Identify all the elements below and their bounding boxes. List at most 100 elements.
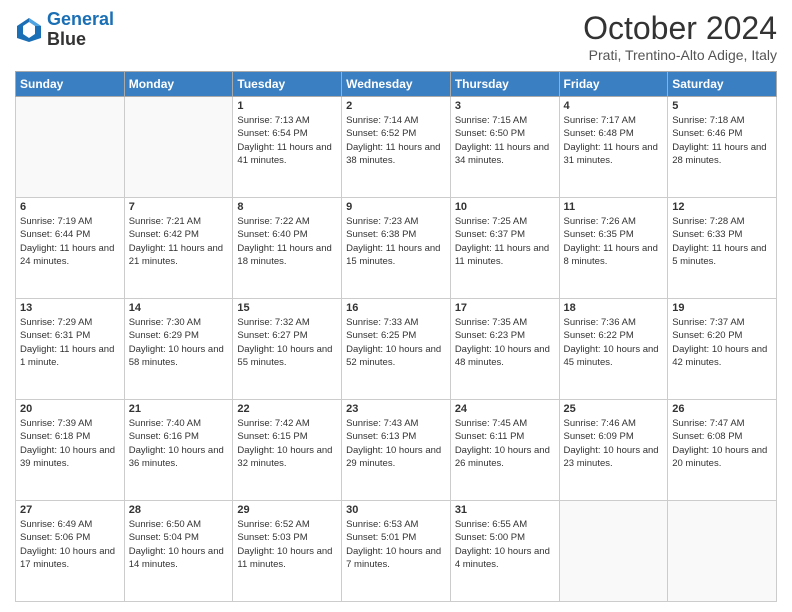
calendar-cell: 12 Sunrise: 7:28 AMSunset: 6:33 PMDayligh… (668, 198, 777, 299)
calendar-cell: 9Sunrise: 7:23 AMSunset: 6:38 PMDaylight… (342, 198, 451, 299)
day-number: 8 (237, 201, 337, 213)
day-info: Sunrise: 7:46 AMSunset: 6:09 PMDaylight:… (564, 417, 664, 470)
day-info: Sunrise: 7:21 AMSunset: 6:42 PMDaylight:… (129, 215, 229, 268)
day-info: Sunrise: 7:32 AMSunset: 6:27 PMDaylight:… (237, 316, 337, 369)
calendar-day-header: Friday (559, 72, 668, 97)
day-info: Sunrise: 7:45 AMSunset: 6:11 PMDaylight:… (455, 417, 555, 470)
day-number: 22 (237, 403, 337, 415)
calendar-cell: 20 Sunrise: 7:39 AMSunset: 6:18 PMDayligh… (16, 400, 125, 501)
calendar-cell: 22 Sunrise: 7:42 AMSunset: 6:15 PMDayligh… (233, 400, 342, 501)
day-number: 24 (455, 403, 555, 415)
header: General Blue October 2024 Prati, Trentin… (15, 10, 777, 63)
day-info: Sunrise: 7:47 AMSunset: 6:08 PMDaylight:… (672, 417, 772, 470)
calendar-day-header: Thursday (450, 72, 559, 97)
calendar-day-header: Tuesday (233, 72, 342, 97)
day-number: 12 (672, 201, 772, 213)
day-number: 1 (237, 100, 337, 112)
page: General Blue October 2024 Prati, Trentin… (0, 0, 792, 612)
day-number: 2 (346, 100, 446, 112)
day-number: 4 (564, 100, 664, 112)
day-number: 21 (129, 403, 229, 415)
day-number: 18 (564, 302, 664, 314)
day-info: Sunrise: 6:53 AMSunset: 5:01 PMDaylight:… (346, 518, 446, 571)
day-number: 3 (455, 100, 555, 112)
day-info: Sunrise: 7:17 AMSunset: 6:48 PMDaylight:… (564, 114, 664, 167)
calendar-day-header: Wednesday (342, 72, 451, 97)
calendar-cell (668, 501, 777, 602)
day-number: 27 (20, 504, 120, 516)
calendar-cell: 28 Sunrise: 6:50 AMSunset: 5:04 PMDayligh… (124, 501, 233, 602)
day-number: 16 (346, 302, 446, 314)
calendar-cell: 31Sunrise: 6:55 AMSunset: 5:00 PMDayligh… (450, 501, 559, 602)
day-info: Sunrise: 7:42 AMSunset: 6:15 PMDaylight:… (237, 417, 337, 470)
calendar-day-header: Monday (124, 72, 233, 97)
calendar-week-row: 27 Sunrise: 6:49 AMSunset: 5:06 PMDayligh… (16, 501, 777, 602)
calendar-week-row: 13 Sunrise: 7:29 AMSunset: 6:31 PMDayligh… (16, 299, 777, 400)
day-number: 9 (346, 201, 446, 213)
day-info: Sunrise: 7:25 AMSunset: 6:37 PMDaylight:… (455, 215, 555, 268)
day-info: Sunrise: 7:29 AMSunset: 6:31 PMDaylight:… (20, 316, 120, 369)
day-info: Sunrise: 7:13 AMSunset: 6:54 PMDaylight:… (237, 114, 337, 167)
logo-general: General (47, 9, 114, 29)
calendar-cell: 26 Sunrise: 7:47 AMSunset: 6:08 PMDayligh… (668, 400, 777, 501)
calendar-week-row: 6 Sunrise: 7:19 AMSunset: 6:44 PMDaylight… (16, 198, 777, 299)
day-number: 7 (129, 201, 229, 213)
day-number: 10 (455, 201, 555, 213)
day-info: Sunrise: 7:43 AMSunset: 6:13 PMDaylight:… (346, 417, 446, 470)
month-title: October 2024 (583, 10, 777, 47)
calendar-cell (124, 97, 233, 198)
calendar-cell (559, 501, 668, 602)
day-number: 25 (564, 403, 664, 415)
calendar-cell: 25 Sunrise: 7:46 AMSunset: 6:09 PMDayligh… (559, 400, 668, 501)
calendar-cell: 15 Sunrise: 7:32 AMSunset: 6:27 PMDayligh… (233, 299, 342, 400)
day-info: Sunrise: 7:22 AMSunset: 6:40 PMDaylight:… (237, 215, 337, 268)
calendar-cell: 8 Sunrise: 7:22 AMSunset: 6:40 PMDaylight… (233, 198, 342, 299)
logo-blue: Blue (47, 29, 86, 49)
calendar-cell: 19Sunrise: 7:37 AMSunset: 6:20 PMDayligh… (668, 299, 777, 400)
location-subtitle: Prati, Trentino-Alto Adige, Italy (583, 47, 777, 63)
day-number: 28 (129, 504, 229, 516)
day-number: 13 (20, 302, 120, 314)
day-info: Sunrise: 7:39 AMSunset: 6:18 PMDaylight:… (20, 417, 120, 470)
day-info: Sunrise: 7:33 AMSunset: 6:25 PMDaylight:… (346, 316, 446, 369)
day-number: 19 (672, 302, 772, 314)
day-info: Sunrise: 7:30 AMSunset: 6:29 PMDaylight:… (129, 316, 229, 369)
calendar-cell: 24 Sunrise: 7:45 AMSunset: 6:11 PMDayligh… (450, 400, 559, 501)
calendar-cell: 1 Sunrise: 7:13 AMSunset: 6:54 PMDaylight… (233, 97, 342, 198)
day-info: Sunrise: 7:36 AMSunset: 6:22 PMDaylight:… (564, 316, 664, 369)
day-info: Sunrise: 7:35 AMSunset: 6:23 PMDaylight:… (455, 316, 555, 369)
day-number: 20 (20, 403, 120, 415)
day-number: 29 (237, 504, 337, 516)
day-number: 15 (237, 302, 337, 314)
day-info: Sunrise: 7:28 AMSunset: 6:33 PMDaylight:… (672, 215, 772, 268)
calendar-week-row: 20 Sunrise: 7:39 AMSunset: 6:18 PMDayligh… (16, 400, 777, 501)
day-number: 23 (346, 403, 446, 415)
calendar-cell: 4 Sunrise: 7:17 AMSunset: 6:48 PMDaylight… (559, 97, 668, 198)
day-info: Sunrise: 7:19 AMSunset: 6:44 PMDaylight:… (20, 215, 120, 268)
calendar-cell: 23 Sunrise: 7:43 AMSunset: 6:13 PMDayligh… (342, 400, 451, 501)
day-info: Sunrise: 7:26 AMSunset: 6:35 PMDaylight:… (564, 215, 664, 268)
calendar-cell: 6 Sunrise: 7:19 AMSunset: 6:44 PMDaylight… (16, 198, 125, 299)
day-number: 6 (20, 201, 120, 213)
day-info: Sunrise: 6:52 AMSunset: 5:03 PMDaylight:… (237, 518, 337, 571)
calendar-cell: 29 Sunrise: 6:52 AMSunset: 5:03 PMDayligh… (233, 501, 342, 602)
calendar-cell: 14 Sunrise: 7:30 AMSunset: 6:29 PMDayligh… (124, 299, 233, 400)
day-number: 14 (129, 302, 229, 314)
logo-text: General Blue (47, 10, 114, 50)
day-info: Sunrise: 7:18 AMSunset: 6:46 PMDaylight:… (672, 114, 772, 167)
calendar-table: SundayMondayTuesdayWednesdayThursdayFrid… (15, 71, 777, 602)
day-info: Sunrise: 6:55 AMSunset: 5:00 PMDaylight:… (455, 518, 555, 571)
day-number: 26 (672, 403, 772, 415)
day-info: Sunrise: 6:49 AMSunset: 5:06 PMDaylight:… (20, 518, 120, 571)
day-number: 30 (346, 504, 446, 516)
title-block: October 2024 Prati, Trentino-Alto Adige,… (583, 10, 777, 63)
day-info: Sunrise: 7:40 AMSunset: 6:16 PMDaylight:… (129, 417, 229, 470)
calendar-week-row: 1 Sunrise: 7:13 AMSunset: 6:54 PMDaylight… (16, 97, 777, 198)
day-number: 17 (455, 302, 555, 314)
calendar-cell: 3Sunrise: 7:15 AMSunset: 6:50 PMDaylight… (450, 97, 559, 198)
day-number: 5 (672, 100, 772, 112)
day-info: Sunrise: 6:50 AMSunset: 5:04 PMDaylight:… (129, 518, 229, 571)
calendar-cell: 18 Sunrise: 7:36 AMSunset: 6:22 PMDayligh… (559, 299, 668, 400)
calendar-cell: 17 Sunrise: 7:35 AMSunset: 6:23 PMDayligh… (450, 299, 559, 400)
calendar-day-header: Saturday (668, 72, 777, 97)
